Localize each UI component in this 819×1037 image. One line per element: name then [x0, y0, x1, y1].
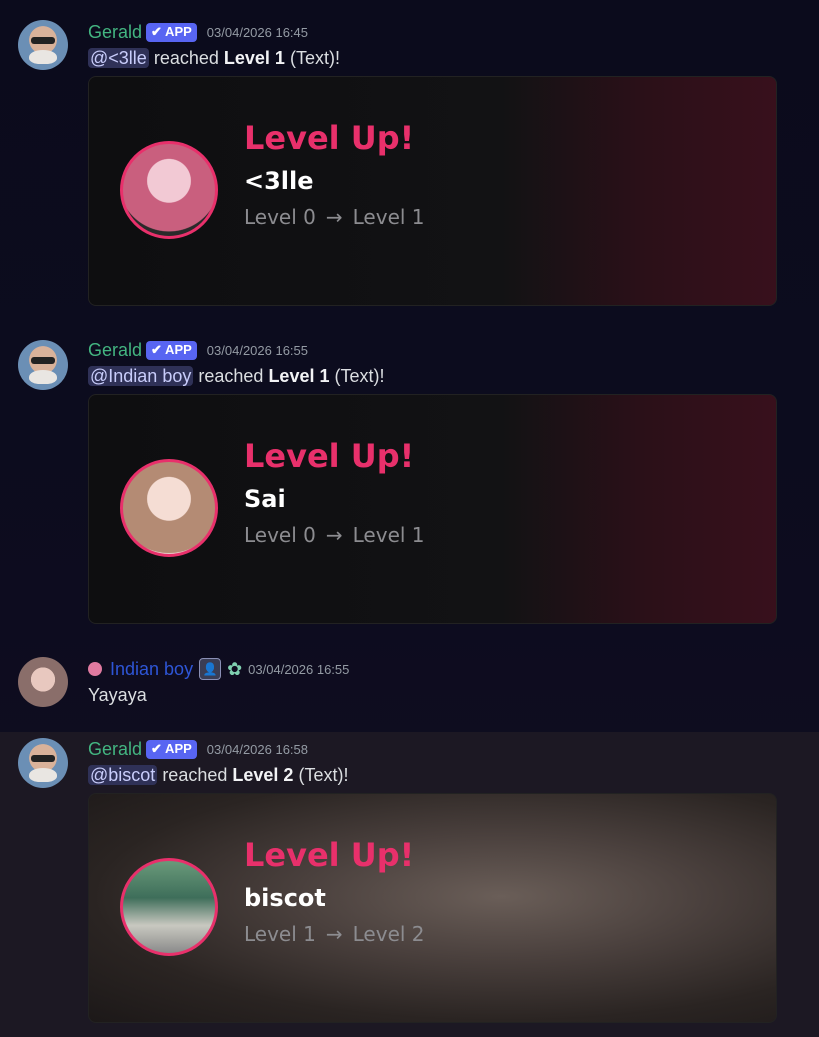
message-text: @<3lle reached Level 1 (Text)! [88, 48, 340, 69]
author-name[interactable]: Gerald [88, 22, 142, 43]
text-fragment: (Text)! [334, 366, 385, 386]
level-up-title: Level Up! [244, 437, 415, 475]
clock-badge-icon [88, 662, 102, 676]
level-from: Level 0 [244, 523, 316, 547]
level-to: Level 1 [352, 205, 425, 229]
user-avatar-ring [120, 141, 218, 239]
level-up-card[interactable]: Level Up! <3lle Level 0 → Level 1 [88, 76, 777, 306]
level-to: Level 1 [352, 523, 425, 547]
level-up-card[interactable]: Level Up! biscot Level 1 → Level 2 [88, 793, 777, 1023]
user-mention[interactable]: @Indian boy [88, 366, 194, 386]
message-header: Gerald ✔ APP 03/04/2026 16:55 [88, 339, 308, 361]
message-text: @biscot reached Level 2 (Text)! [88, 765, 348, 786]
card-username: Sai [244, 485, 286, 513]
message-header: Gerald ✔ APP 03/04/2026 16:58 [88, 738, 308, 760]
message-header: Indian boy 👤 ✿ 03/04/2026 16:55 [88, 658, 349, 680]
user-avatar-ring [120, 858, 218, 956]
author-name[interactable]: Gerald [88, 739, 142, 760]
author-name[interactable]: Gerald [88, 340, 142, 361]
level-up-title: Level Up! [244, 119, 415, 157]
level-from: Level 0 [244, 205, 316, 229]
message-header: Gerald ✔ APP 03/04/2026 16:45 [88, 21, 308, 43]
timestamp[interactable]: 03/04/2026 16:55 [248, 662, 349, 677]
user-mention[interactable]: @biscot [88, 765, 158, 785]
user-mention[interactable]: @<3lle [88, 48, 149, 68]
timestamp[interactable]: 03/04/2026 16:55 [207, 343, 308, 358]
text-fragment: (Text)! [289, 48, 340, 68]
message: Indian boy 👤 ✿ 03/04/2026 16:55 Yayaya [0, 640, 819, 732]
timestamp[interactable]: 03/04/2026 16:58 [207, 742, 308, 757]
avatar[interactable] [18, 657, 68, 707]
timestamp[interactable]: 03/04/2026 16:45 [207, 25, 308, 40]
arrow-icon: → [325, 922, 343, 946]
text-fragment: reached [153, 48, 219, 68]
app-badge: ✔ APP [146, 340, 197, 360]
message-text: Yayaya [88, 685, 147, 705]
flower-badge-icon[interactable]: ✿ [227, 659, 242, 680]
arrow-icon: → [325, 205, 343, 229]
card-username: <3lle [244, 167, 314, 195]
level-to: Level 2 [352, 922, 425, 946]
level-from: Level 1 [244, 922, 316, 946]
level-progress: Level 0 → Level 1 [244, 205, 435, 229]
message: Gerald ✔ APP 03/04/2026 16:45 @<3lle rea… [0, 0, 819, 320]
level-up-title: Level Up! [244, 836, 415, 874]
message: Gerald ✔ APP 03/04/2026 16:55 @Indian bo… [0, 320, 819, 640]
level-bold: Level 2 [232, 765, 294, 785]
arrow-icon: → [325, 523, 343, 547]
text-fragment: reached [162, 765, 228, 785]
message-text: @Indian boy reached Level 1 (Text)! [88, 366, 385, 387]
user-avatar-ring [120, 459, 218, 557]
avatar[interactable] [18, 20, 68, 70]
card-username: biscot [244, 884, 326, 912]
app-badge: ✔ APP [146, 22, 197, 42]
level-progress: Level 0 → Level 1 [244, 523, 435, 547]
avatar[interactable] [18, 340, 68, 390]
message: Gerald ✔ APP 03/04/2026 16:58 @biscot re… [0, 732, 819, 1037]
text-fragment: (Text)! [298, 765, 349, 785]
user-badge-icon[interactable]: 👤 [199, 658, 222, 680]
level-progress: Level 1 → Level 2 [244, 922, 435, 946]
text-fragment: reached [198, 366, 264, 386]
level-bold: Level 1 [268, 366, 330, 386]
level-up-card[interactable]: Level Up! Sai Level 0 → Level 1 [88, 394, 777, 624]
author-name[interactable]: Indian boy [110, 659, 193, 680]
level-bold: Level 1 [223, 48, 285, 68]
avatar[interactable] [18, 738, 68, 788]
app-badge: ✔ APP [146, 739, 197, 759]
